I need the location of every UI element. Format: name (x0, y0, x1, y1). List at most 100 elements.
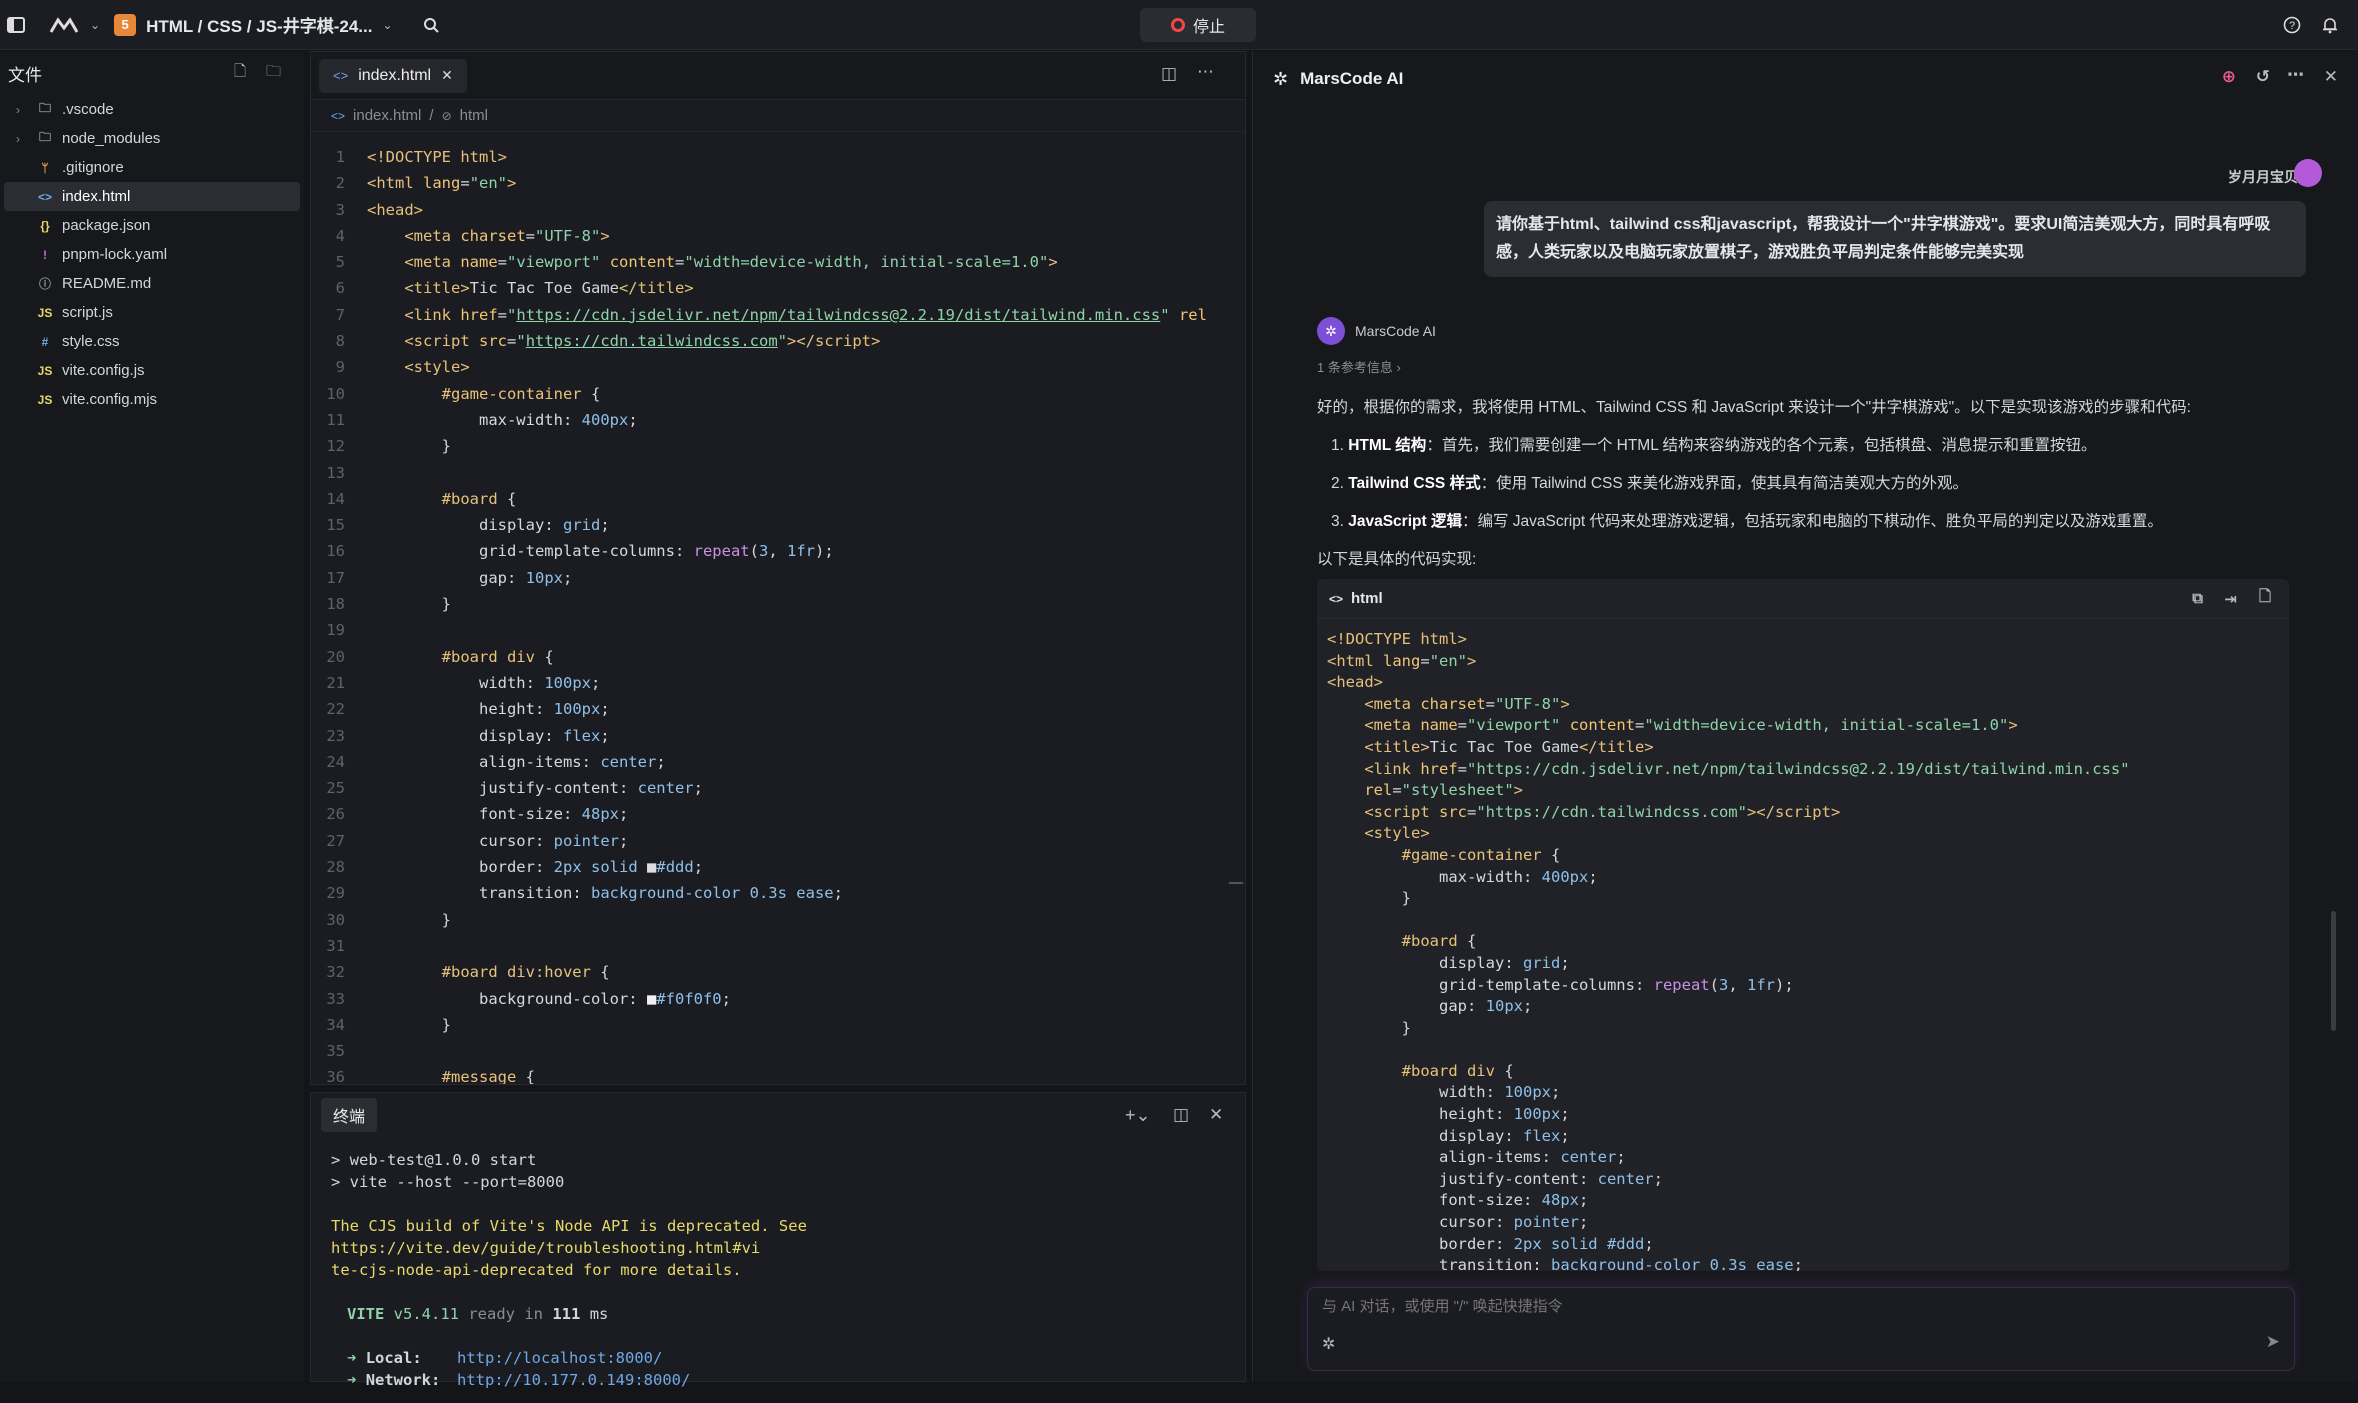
line-number: 26 (326, 805, 345, 824)
file-item[interactable]: ! pnpm-lock.yaml (4, 240, 300, 269)
line-content: <style> (404, 358, 470, 377)
file-item[interactable]: ⓘ README.md (4, 269, 300, 298)
top-bar: ⌄ 5 HTML / CSS / JS-井字棋-24... ⌄ 停止 ? (0, 0, 2358, 50)
code-line: 27 cursor: pointer; (311, 828, 1247, 854)
help-icon[interactable]: ? (2280, 13, 2304, 37)
line-content: <!DOCTYPE html> (367, 148, 507, 166)
send-icon[interactable]: ➤ (2266, 1332, 2280, 1352)
line-number: 6 (335, 279, 345, 298)
code-line: 32 #board div:hover { (311, 959, 1247, 985)
line-content: #message { (441, 1068, 535, 1084)
line-number: 34 (326, 1015, 345, 1034)
new-file-icon[interactable]: 🗋 (234, 61, 246, 86)
line-number: 16 (326, 542, 345, 561)
close-icon[interactable]: ✕ (2324, 67, 2338, 87)
chat-input: ✲ ➤ (1307, 1287, 2295, 1371)
line-content: <title>Tic Tac Toe Game</title> (404, 279, 694, 298)
add-terminal-icon[interactable]: +⌄ (1125, 1105, 1151, 1126)
code-area[interactable]: 1 <!DOCTYPE html> 2 <html lang="en"> 3 <head>… (311, 144, 1247, 1084)
user-name: 岁月月宝贝 (2228, 169, 2298, 185)
bell-icon[interactable] (2318, 13, 2342, 37)
file-item[interactable]: {} package.json (4, 211, 300, 240)
project-selector[interactable]: 5 HTML / CSS / JS-井字棋-24... ⌄ (114, 12, 393, 37)
chat-input-field[interactable] (1322, 1298, 2222, 1315)
search-icon[interactable] (419, 13, 443, 37)
line-number: 21 (326, 673, 345, 692)
file-item[interactable]: <> index.html (4, 182, 300, 211)
code-line: 25 justify-content: center; (311, 775, 1247, 801)
scrollbar[interactable] (1229, 882, 1243, 884)
code-editor: <> index.html ✕ ◫ ⋯ <> index.html / ⊘ ht… (310, 51, 1246, 1085)
line-number: 13 (326, 463, 345, 482)
line-content: gap: 10px; (478, 568, 573, 587)
insert-icon[interactable]: ⇥ (2224, 590, 2237, 608)
network-url[interactable]: http://10.177.0.149:8000/ (457, 1371, 690, 1389)
code-line: 24 align-items: center; (311, 749, 1247, 775)
file-item[interactable]: JS vite.config.js (4, 356, 300, 385)
line-number: 28 (326, 858, 345, 877)
line-content: } (367, 1015, 451, 1034)
tab-index-html[interactable]: <> index.html ✕ (319, 58, 467, 93)
code-line: 34 } (311, 1012, 1247, 1038)
history-icon[interactable]: ↺ (2256, 67, 2270, 87)
bot-header: ✲ MarsCode AI (1317, 317, 1436, 345)
chevron-right-icon: › (16, 131, 20, 146)
sidebar-toggle-icon[interactable] (4, 13, 28, 37)
more-icon[interactable]: ⋯ (2287, 65, 2304, 85)
git-icon: ᛘ (41, 160, 49, 175)
code-line: 29 transition: background-color 0.3s eas… (311, 880, 1247, 906)
code-line: 10 #game-container { (311, 381, 1247, 407)
tab-terminal[interactable]: 终端 (321, 1098, 378, 1132)
file-item[interactable]: # style.css (4, 327, 300, 356)
breadcrumb: <> index.html / ⊘ html (311, 100, 1245, 132)
code-line: 12 } (311, 433, 1247, 459)
close-icon[interactable]: ✕ (441, 67, 453, 84)
new-chat-icon[interactable]: ⊕ (2222, 67, 2236, 87)
scrollbar[interactable] (2331, 911, 2336, 1031)
line-number: 24 (326, 752, 345, 771)
breadcrumb-file[interactable]: index.html (353, 107, 421, 124)
line-content: #board div:hover { (441, 963, 610, 982)
line-content: display: flex; (478, 726, 610, 745)
code-block: <> html ⧉ ⇥ 🗋 <!DOCTYPE html> <html lang… (1317, 579, 2289, 1271)
line-number: 12 (326, 437, 345, 456)
marscode-icon: ✲ (1273, 68, 1289, 89)
close-icon[interactable]: ✕ (1209, 1105, 1223, 1125)
code-block-content[interactable]: <!DOCTYPE html> <html lang="en"> <head> … (1317, 619, 2289, 1271)
sparkle-icon[interactable]: ✲ (1322, 1334, 1335, 1354)
line-content: #board div { (441, 647, 554, 666)
line-number: 29 (326, 884, 345, 903)
references-link[interactable]: 1 条参考信息 › (1317, 357, 1401, 376)
logo-icon[interactable] (48, 13, 80, 37)
line-content: } (367, 437, 451, 456)
chevron-down-icon[interactable]: ⌄ (90, 18, 100, 32)
more-icon[interactable]: ⋯ (1197, 62, 1214, 82)
line-content: grid-template-columns: repeat(3, 1fr); (478, 542, 834, 561)
code-line: 7 <link href="https://cdn.jsdelivr.net/n… (311, 302, 1247, 328)
line-content: } (367, 595, 451, 614)
stop-button[interactable]: 停止 (1140, 8, 1256, 42)
copy-icon[interactable]: ⧉ (2192, 590, 2203, 607)
new-folder-icon[interactable]: 🗀 (266, 61, 281, 86)
file-item[interactable]: JS script.js (4, 298, 300, 327)
svg-text:?: ? (2289, 20, 2295, 32)
code-language: html (1351, 590, 1383, 607)
new-file-icon[interactable]: 🗋 (2259, 586, 2271, 611)
breadcrumb-node[interactable]: html (460, 107, 488, 124)
code-line: 16 grid-template-columns: repeat(3, 1fr)… (311, 538, 1247, 564)
file-item[interactable]: › 🗀 node_modules (4, 124, 300, 153)
chevron-down-icon: ⌄ (382, 17, 393, 32)
terminal-output[interactable]: > web-test@1.0.0 start > vite --host --p… (311, 1137, 1245, 1403)
code-line: 1 <!DOCTYPE html> (311, 144, 1247, 170)
line-content: align-items: center; (478, 752, 666, 771)
line-number: 9 (335, 358, 345, 377)
file-item[interactable]: ᛘ .gitignore (4, 153, 300, 182)
file-name: index.html (62, 188, 131, 205)
split-editor-icon[interactable]: ◫ (1161, 64, 1177, 84)
local-url[interactable]: http://localhost:8000/ (457, 1349, 662, 1367)
file-item[interactable]: › 🗀 .vscode (4, 95, 300, 124)
split-terminal-icon[interactable]: ◫ (1173, 1105, 1189, 1125)
code-line: 28 border: 2px solid ■#ddd; (311, 854, 1247, 880)
file-name: pnpm-lock.yaml (62, 246, 168, 263)
file-item[interactable]: JS vite.config.mjs (4, 385, 300, 414)
